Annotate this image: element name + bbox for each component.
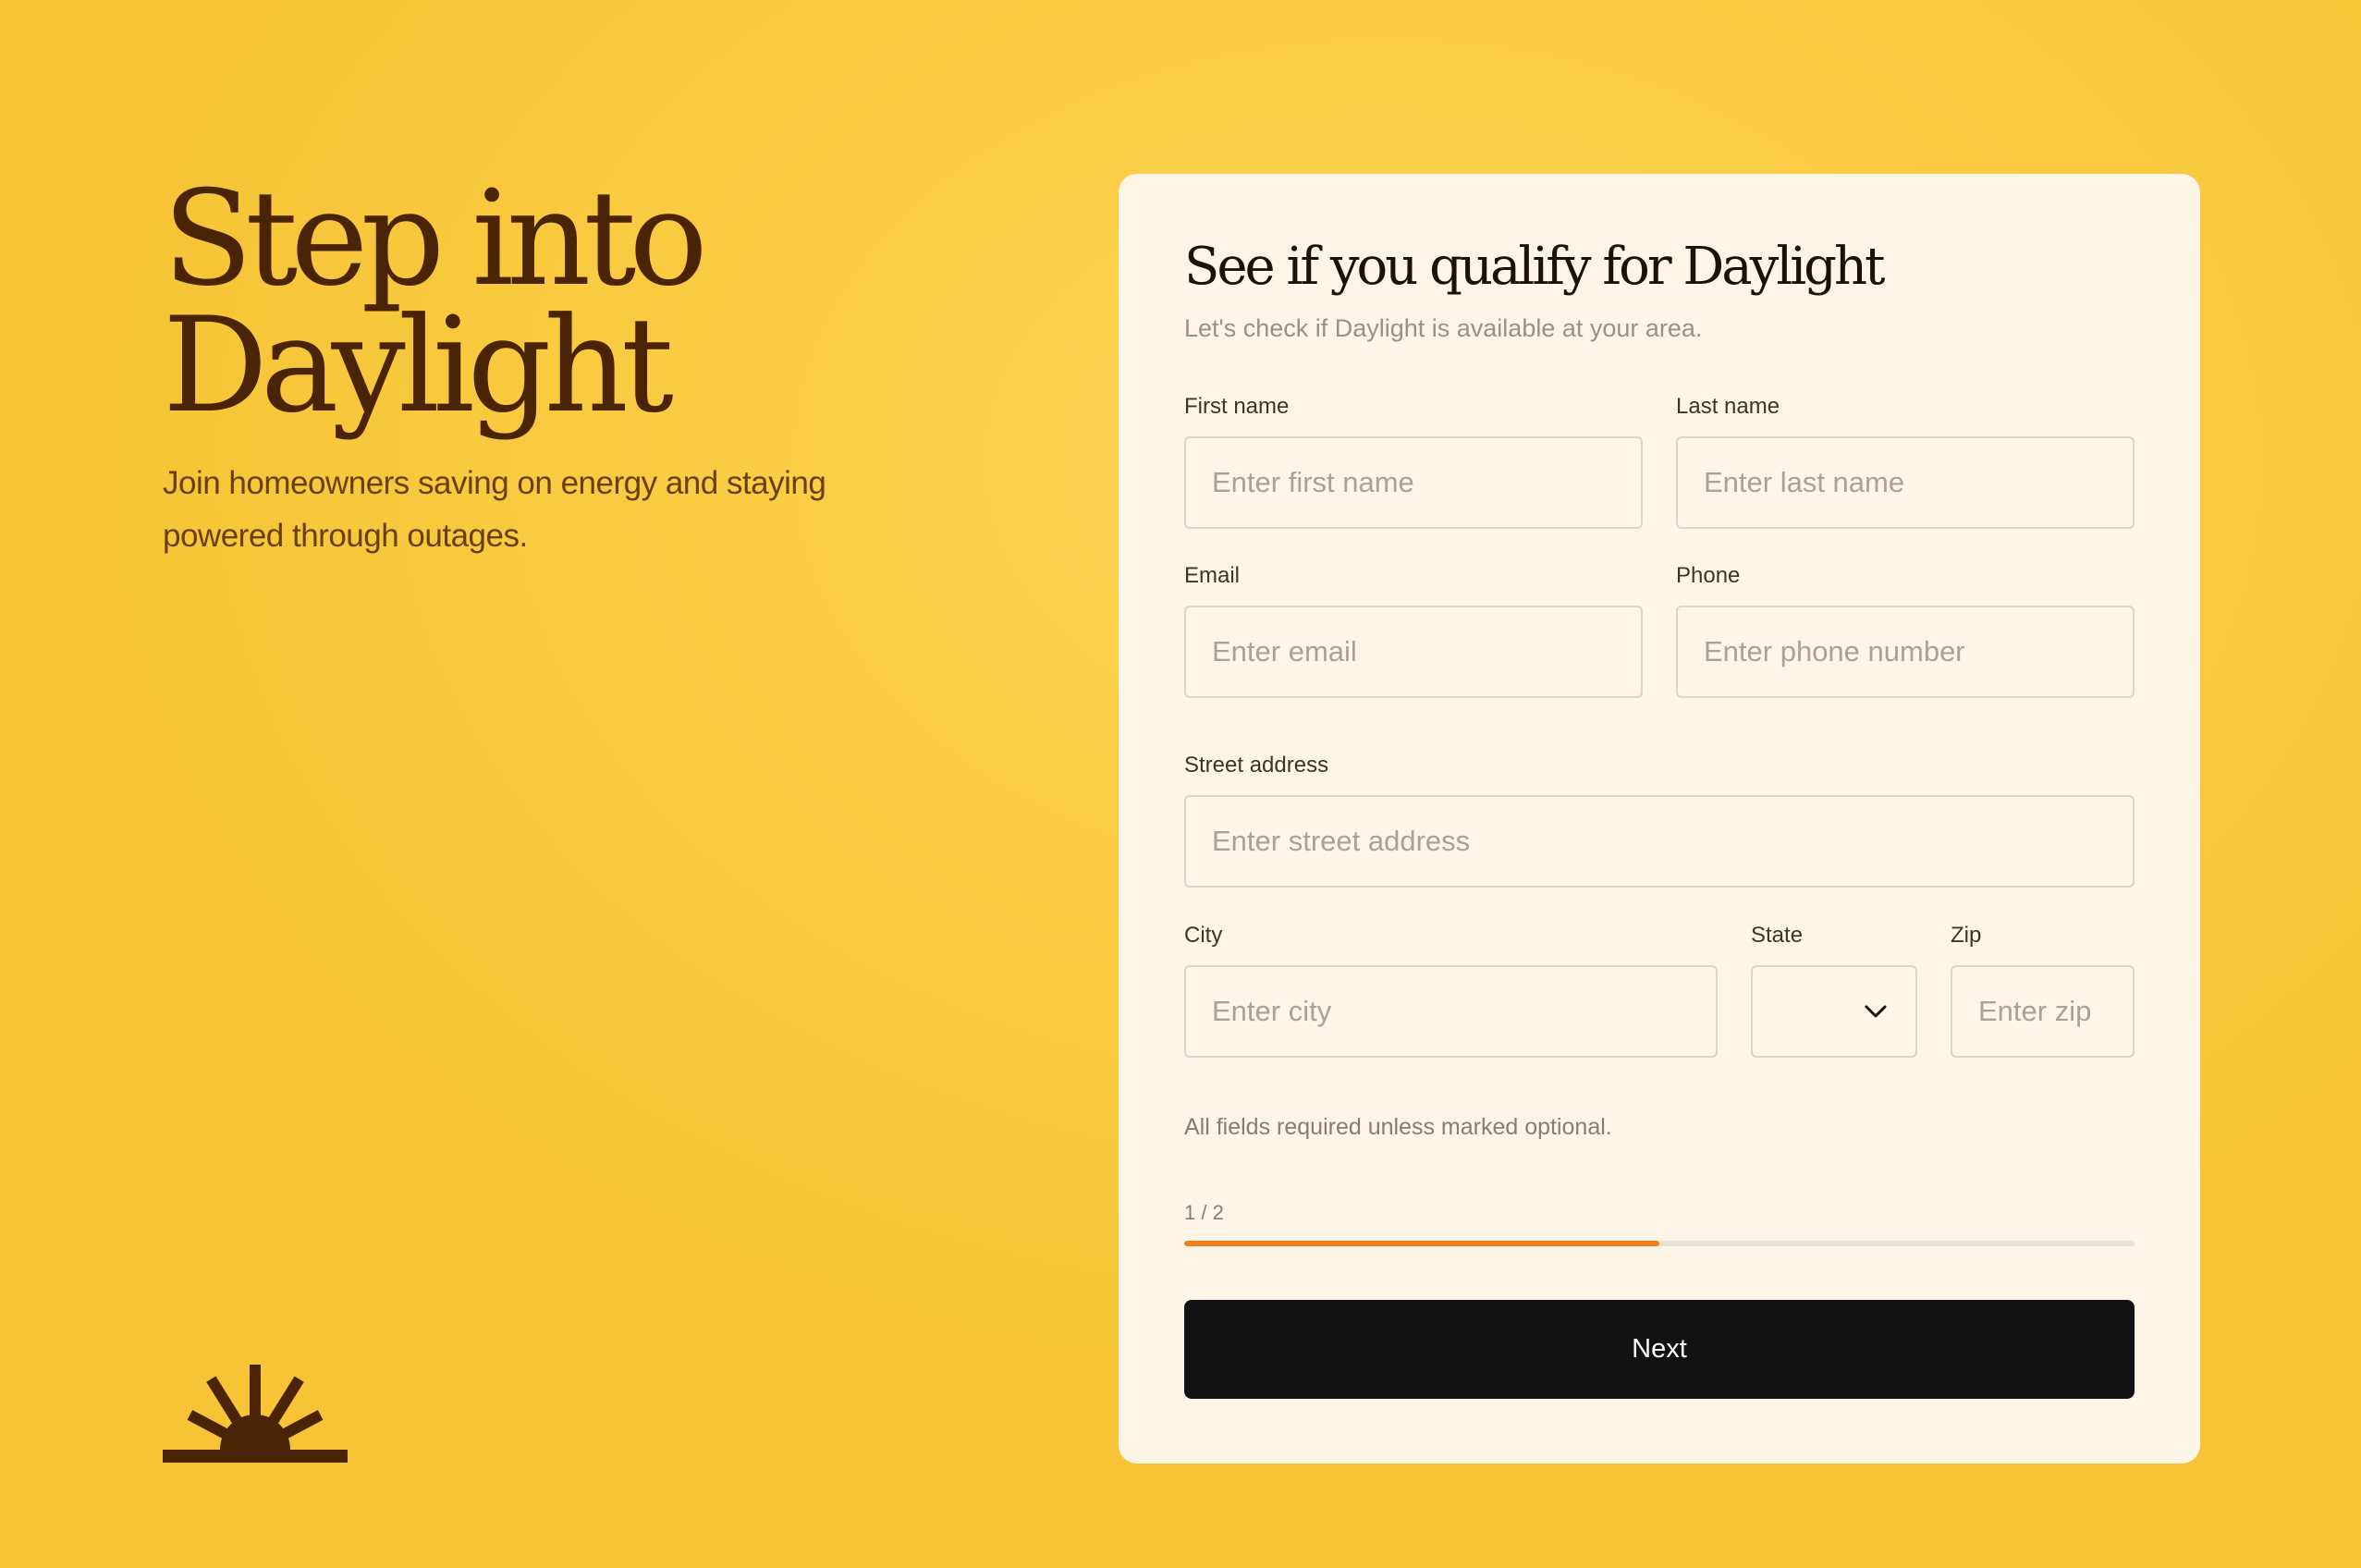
city-label: City [1184,923,1223,948]
phone-input[interactable] [1676,606,2135,698]
next-button[interactable]: Next [1184,1300,2135,1399]
last-name-label: Last name [1676,394,1780,419]
progress-bar-fill [1184,1241,1659,1246]
zip-input[interactable] [1951,965,2135,1058]
state-label: State [1751,923,1804,948]
hero-section: Step into Daylight Join homeowners savin… [163,163,995,562]
first-name-input[interactable] [1184,436,1643,529]
last-name-input[interactable] [1676,436,2135,529]
form-title: See if you qualify for Daylight [1184,237,1886,297]
chevron-down-icon [1865,1005,1887,1018]
phone-label: Phone [1676,563,1741,588]
hero-subtitle: Join homeowners saving on energy and sta… [163,465,826,554]
email-input[interactable] [1184,606,1643,698]
state-select[interactable] [1751,965,1917,1058]
form-subtitle: Let's check if Daylight is available at … [1184,314,1703,342]
progress-bar [1184,1241,2135,1246]
qualify-form-card: See if you qualify for Daylight Let's ch… [1119,174,2200,1464]
street-address-label: Street address [1184,753,1329,778]
required-fields-note: All fields required unless marked option… [1184,1114,1612,1140]
first-name-label: First name [1184,394,1290,419]
city-input[interactable] [1184,965,1718,1058]
progress-step-label: 1 / 2 [1184,1201,1224,1224]
street-address-input[interactable] [1184,795,2135,888]
zip-label: Zip [1951,923,1982,948]
hero-title: Step into Daylight [163,163,708,442]
email-label: Email [1184,563,1241,588]
sunrise-logo-icon [163,1363,348,1464]
